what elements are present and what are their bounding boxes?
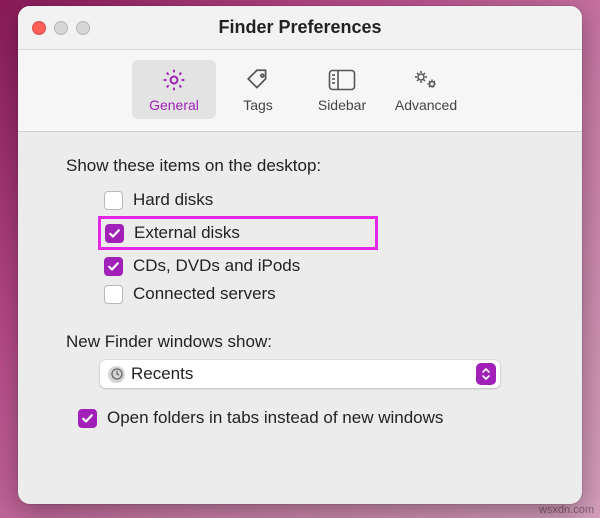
checkbox-label-external-disks: External disks xyxy=(134,223,240,243)
checkbox-row-cds[interactable]: CDs, DVDs and iPods xyxy=(104,252,546,280)
gears-icon xyxy=(386,66,466,94)
preferences-window: Finder Preferences General Tags xyxy=(18,6,582,504)
sidebar-icon xyxy=(302,66,382,94)
watermark: wsxdn.com xyxy=(539,504,594,516)
checkbox-label-tabs: Open folders in tabs instead of new wind… xyxy=(107,408,443,428)
tab-sidebar-label: Sidebar xyxy=(302,97,382,113)
tab-general[interactable]: General xyxy=(132,60,216,119)
checkbox-row-connected-servers[interactable]: Connected servers xyxy=(104,280,546,308)
window-title: Finder Preferences xyxy=(18,17,582,38)
new-finder-selected: Recents xyxy=(131,364,476,384)
zoom-button[interactable] xyxy=(76,21,90,35)
checkbox-external-disks[interactable] xyxy=(105,224,124,243)
new-finder-label: New Finder windows show: xyxy=(66,332,546,352)
titlebar: Finder Preferences xyxy=(18,6,582,50)
checkbox-label-connected-servers: Connected servers xyxy=(133,284,276,304)
checkbox-hard-disks[interactable] xyxy=(104,191,123,210)
checkbox-label-hard-disks: Hard disks xyxy=(133,190,213,210)
checkbox-label-cds: CDs, DVDs and iPods xyxy=(133,256,300,276)
highlight-external-disks: External disks xyxy=(98,216,378,250)
desktop-items-label: Show these items on the desktop: xyxy=(66,156,546,176)
checkbox-cds[interactable] xyxy=(104,257,123,276)
tab-sidebar[interactable]: Sidebar xyxy=(300,60,384,119)
checkbox-connected-servers[interactable] xyxy=(104,285,123,304)
checkbox-row-external-disks[interactable]: External disks xyxy=(105,221,240,245)
checkbox-row-hard-disks[interactable]: Hard disks xyxy=(104,186,546,214)
content-pane: Show these items on the desktop: Hard di… xyxy=(18,132,582,444)
window-controls xyxy=(32,21,90,35)
tag-icon xyxy=(218,66,298,94)
preferences-toolbar: General Tags Sidebar xyxy=(18,50,582,132)
tab-advanced[interactable]: Advanced xyxy=(384,60,468,119)
tab-tags[interactable]: Tags xyxy=(216,60,300,119)
close-button[interactable] xyxy=(32,21,46,35)
tab-advanced-label: Advanced xyxy=(386,97,466,113)
recents-icon xyxy=(108,366,125,383)
popup-arrows-icon xyxy=(476,363,496,385)
minimize-button[interactable] xyxy=(54,21,68,35)
new-finder-popup[interactable]: Recents xyxy=(100,360,500,388)
tab-general-label: General xyxy=(134,97,214,113)
checkbox-tabs[interactable] xyxy=(78,409,97,428)
gear-icon xyxy=(134,66,214,94)
checkbox-row-tabs[interactable]: Open folders in tabs instead of new wind… xyxy=(78,404,546,432)
tab-tags-label: Tags xyxy=(218,97,298,113)
